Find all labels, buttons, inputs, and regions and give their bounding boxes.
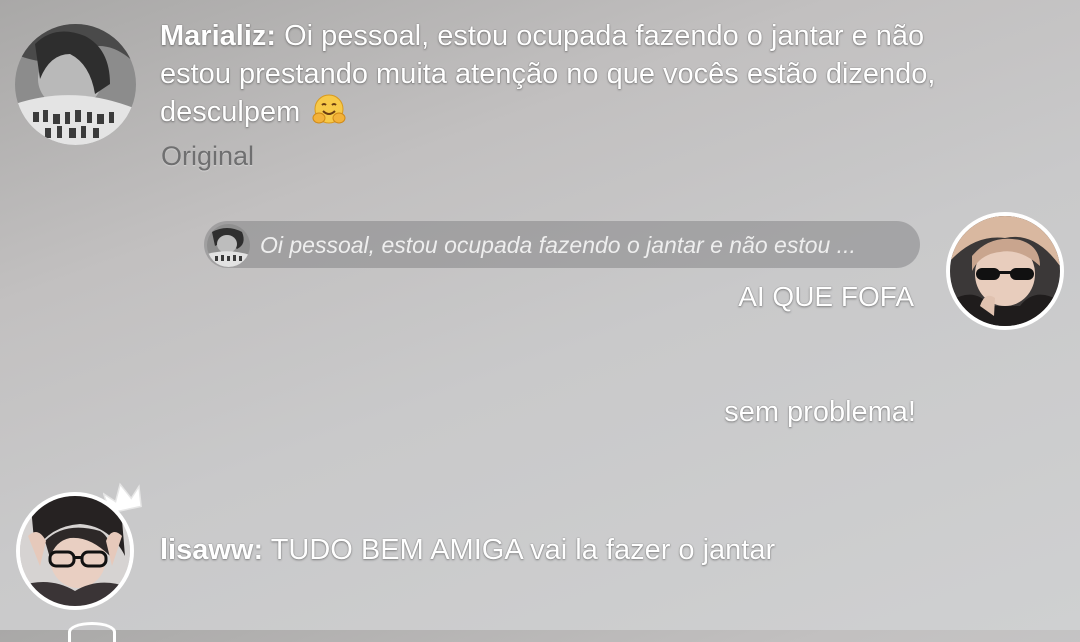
avatar-marializ-image bbox=[15, 24, 136, 145]
avatar-lisaww[interactable] bbox=[16, 492, 134, 610]
message-marializ: Marializ: Oi pessoal, estou ocupada faze… bbox=[160, 17, 980, 131]
translation-original-toggle[interactable]: Original bbox=[161, 141, 254, 172]
reply-message-text: AI QUE FOFA bbox=[738, 281, 914, 312]
hugging-face-emoji-icon bbox=[312, 93, 346, 127]
message-author[interactable]: Marializ: bbox=[160, 20, 276, 52]
message-lisaww: lisaww: TUDO BEM AMIGA vai la fazer o ja… bbox=[160, 534, 775, 567]
next-avatar-partial bbox=[68, 622, 116, 642]
message-text: TUDO BEM AMIGA vai la fazer o jantar bbox=[270, 534, 776, 566]
avatar-marializ[interactable] bbox=[15, 24, 136, 145]
message-text: Oi pessoal, estou ocupada fazendo o jant… bbox=[160, 20, 936, 128]
quote-avatar bbox=[207, 224, 250, 267]
followup-message-text: sem problema! bbox=[724, 396, 916, 428]
quoted-message[interactable]: Oi pessoal, estou ocupada fazendo o jant… bbox=[204, 221, 920, 268]
avatar-lisaww-image bbox=[20, 496, 130, 606]
avatar-reply-user-image bbox=[950, 216, 1060, 326]
quote-text: Oi pessoal, estou ocupada fazendo o jant… bbox=[260, 232, 856, 258]
avatar-reply-user[interactable] bbox=[946, 212, 1064, 330]
message-author[interactable]: lisaww: bbox=[160, 534, 263, 566]
